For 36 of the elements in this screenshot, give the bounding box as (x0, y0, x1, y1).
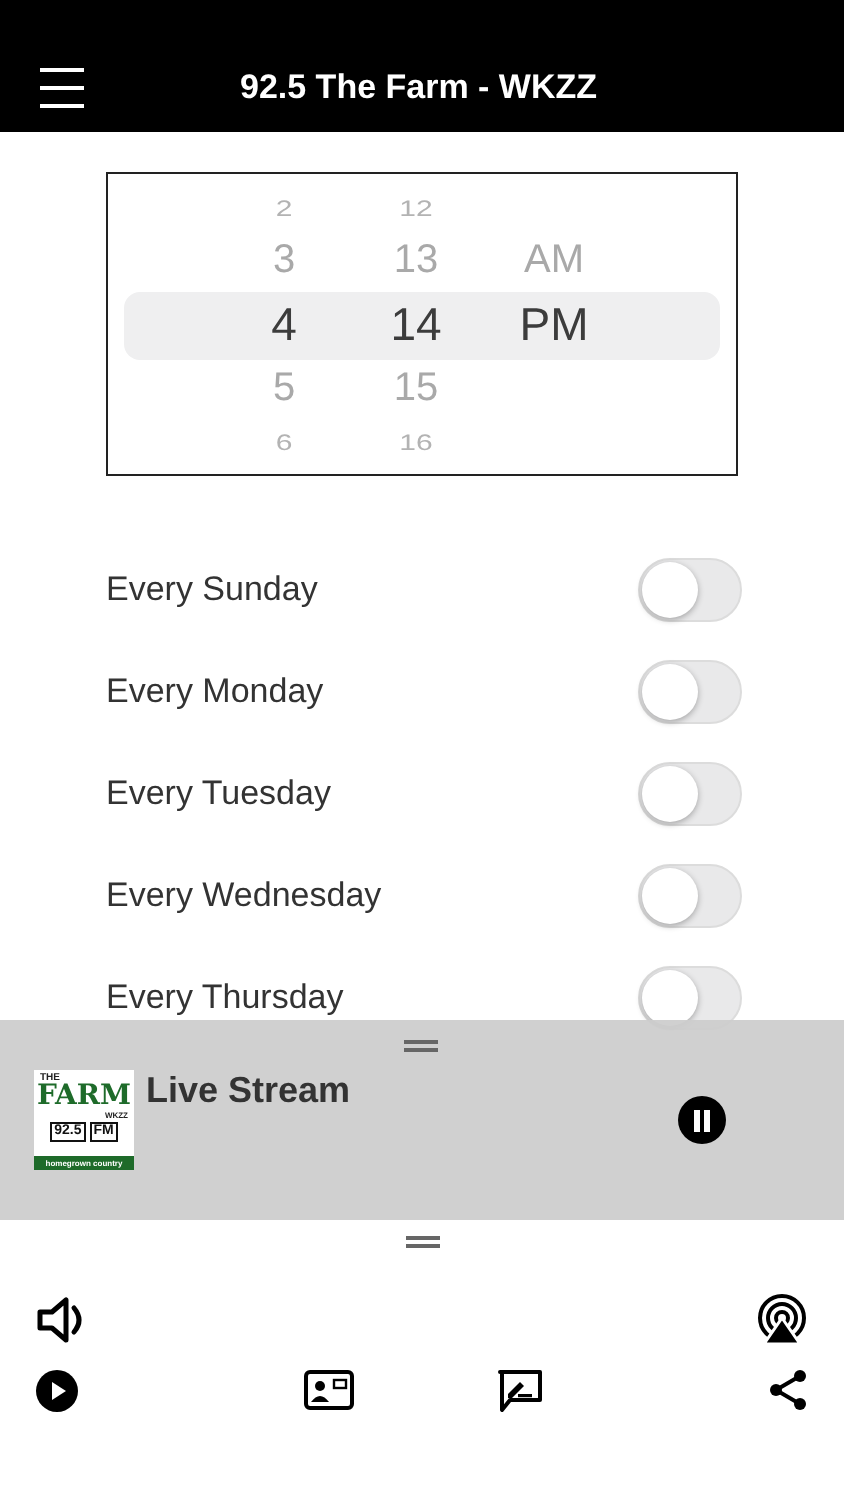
share-button[interactable] (767, 1368, 808, 1412)
minute-option[interactable]: 14 (390, 298, 442, 352)
day-label: Every Wednesday (106, 875, 382, 915)
logo-text: FARM (36, 1084, 132, 1110)
volume-button[interactable] (36, 1296, 88, 1344)
contact-card-button[interactable] (303, 1370, 354, 1410)
period-option[interactable]: AM (524, 238, 584, 284)
airplay-button[interactable] (756, 1294, 808, 1346)
drag-handle-icon[interactable] (405, 1236, 439, 1248)
minute-option[interactable]: 16 (399, 429, 433, 455)
day-toggle[interactable] (638, 761, 742, 825)
day-label: Every Thursday (106, 977, 344, 1017)
minute-option[interactable]: 12 (399, 195, 433, 221)
day-toggle[interactable] (638, 557, 742, 621)
hour-option[interactable]: 6 (275, 429, 293, 455)
stream-title: Live Stream (146, 1070, 351, 1110)
day-label: Every Monday (106, 671, 324, 711)
day-label: Every Sunday (106, 569, 318, 609)
minute-option[interactable]: 15 (393, 366, 439, 412)
hour-option[interactable]: 3 (272, 238, 296, 284)
period-option[interactable]: PM (519, 298, 589, 352)
pause-button[interactable] (678, 1096, 726, 1144)
menu-button[interactable] (40, 68, 84, 108)
hour-option[interactable]: 2 (275, 195, 293, 221)
pause-icon (692, 1109, 712, 1131)
day-label: Every Tuesday (106, 773, 331, 813)
time-picker[interactable]: 2 3 4 5 6 12 13 14 15 16 AM PM (106, 172, 738, 476)
day-toggle[interactable] (638, 659, 742, 723)
day-toggle[interactable] (638, 863, 742, 927)
play-button[interactable] (36, 1369, 78, 1411)
window-title: 92.5 The Farm - WKZZ (240, 68, 598, 108)
hour-option[interactable]: 5 (272, 366, 296, 412)
minute-option[interactable]: 13 (393, 238, 439, 284)
hour-option[interactable]: 4 (271, 298, 297, 352)
feedback-button[interactable] (498, 1369, 543, 1411)
drag-handle-icon[interactable] (404, 1040, 438, 1052)
